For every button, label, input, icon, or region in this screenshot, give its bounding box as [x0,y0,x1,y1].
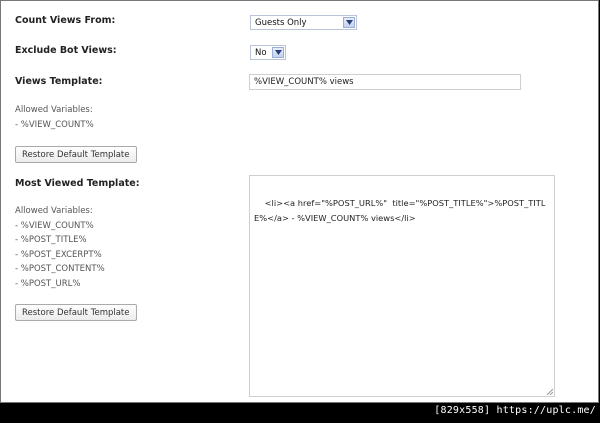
allowed-variable: - %POST_URL% [15,278,81,289]
restore-views-template-button[interactable]: Restore Default Template [15,146,137,163]
views-allowed-variables: Allowed Variables: - %VIEW_COUNT% [15,103,94,132]
exclude-bots-select[interactable]: No [250,45,286,60]
exclude-bots-selected: No [255,47,267,58]
allowed-variable: - %VIEW_COUNT% [15,220,94,231]
views-template-label: Views Template: [15,76,103,87]
views-template-value: %VIEW_COUNT% views [254,77,354,87]
restore-most-viewed-template-button[interactable]: Restore Default Template [15,304,137,321]
allowed-variable: - %POST_CONTENT% [15,264,105,274]
settings-panel: Count Views From: Guests Only Exclude Bo… [0,0,599,403]
watermark-text: [829x558] https://uplc.me/ [434,405,596,416]
most-viewed-template-label: Most Viewed Template: [15,178,140,189]
resize-grip-icon[interactable] [546,388,553,395]
chevron-down-icon [272,47,284,58]
views-template-input[interactable]: %VIEW_COUNT% views [249,74,521,90]
count-views-label: Count Views From: [15,15,116,26]
most-viewed-template-textarea[interactable]: <li><a href="%POST_URL%" title="%POST_TI… [249,175,555,397]
most-viewed-allowed-title: Allowed Variables: [15,206,93,216]
count-views-select[interactable]: Guests Only [250,15,357,30]
most-viewed-template-value: <li><a href="%POST_URL%" title="%POST_TI… [254,198,546,223]
exclude-bots-label: Exclude Bot Views: [15,45,117,56]
allowed-variable: - %POST_TITLE% [15,235,87,245]
most-viewed-allowed-variables: Allowed Variables: - %VIEW_COUNT% - %POS… [15,204,105,291]
chevron-down-icon [343,17,355,28]
allowed-variable: - %POST_EXCERPT% [15,249,102,260]
views-allowed-title: Allowed Variables: [15,105,93,115]
allowed-variable: - %VIEW_COUNT% [15,119,94,130]
count-views-selected: Guests Only [255,17,307,28]
